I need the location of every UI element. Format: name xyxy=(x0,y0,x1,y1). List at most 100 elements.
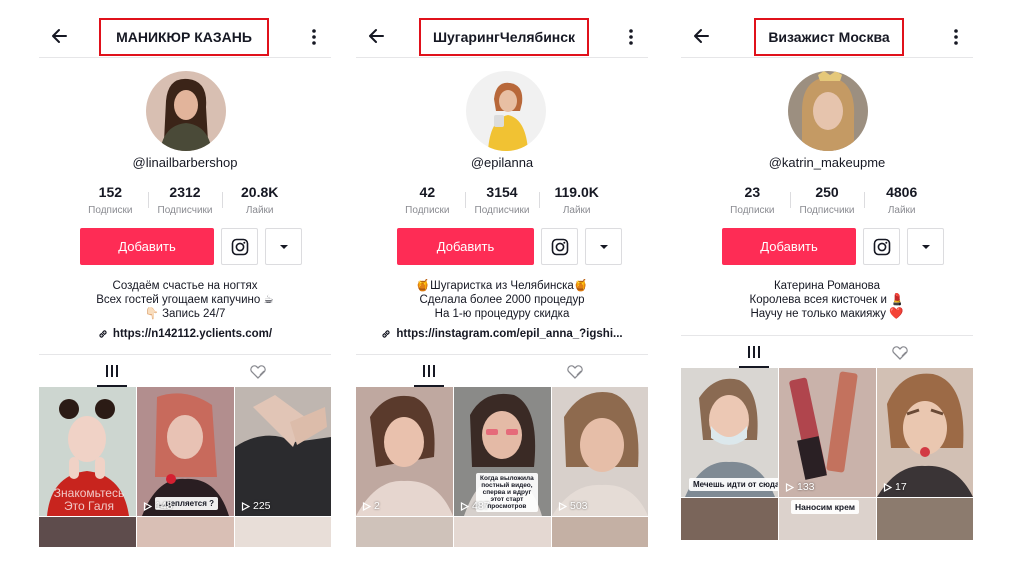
thumbnail-image xyxy=(877,368,973,497)
video-thumbnail[interactable]: 225 xyxy=(235,387,331,516)
view-count-value: 487 xyxy=(472,500,490,512)
profile-stats: 152 Подписки 2312 Подписчики 20.8K Лайки xyxy=(73,184,297,220)
play-icon xyxy=(143,501,152,511)
more-options-icon[interactable] xyxy=(628,28,634,46)
following-count: 152 xyxy=(98,184,123,200)
video-thumbnail[interactable]: ...цепляется ? 148 xyxy=(137,387,234,516)
bio-link[interactable]: https://instagram.com/epil_anna_?igshi..… xyxy=(356,327,648,341)
tab-videos[interactable] xyxy=(356,355,502,387)
tab-liked[interactable] xyxy=(185,355,331,387)
tab-liked[interactable] xyxy=(502,355,648,387)
content-tabs xyxy=(681,335,973,368)
play-icon xyxy=(785,482,794,492)
dropdown-button[interactable] xyxy=(907,228,944,265)
video-thumbnail[interactable]: 503 xyxy=(552,387,648,516)
thumbnail-image xyxy=(779,368,876,497)
caret-down-icon xyxy=(599,244,608,249)
likes-label: Лайки xyxy=(562,205,591,216)
avatar[interactable] xyxy=(146,71,226,151)
instagram-button[interactable] xyxy=(863,228,900,265)
view-count-value: 2 xyxy=(374,500,380,512)
followers-label: Подписчики xyxy=(157,205,213,216)
avatar[interactable] xyxy=(466,71,546,151)
top-bar: МАНИКЮР КАЗАНЬ xyxy=(39,0,331,58)
bio-link-text: https://n142112.yclients.com/ xyxy=(112,328,273,340)
tab-liked[interactable] xyxy=(827,336,973,368)
tab-videos[interactable] xyxy=(681,336,827,368)
video-thumbnail[interactable] xyxy=(877,498,973,540)
video-thumbnail[interactable]: 2 xyxy=(356,387,453,516)
bio-link[interactable]: https://n142112.yclients.com/ xyxy=(39,327,331,341)
liked-heart-icon xyxy=(892,345,908,360)
following-label: Подписки xyxy=(88,205,133,216)
followers-label: Подписчики xyxy=(474,205,530,216)
video-thumbnail[interactable] xyxy=(681,498,778,540)
video-thumbnail[interactable] xyxy=(39,517,136,547)
following-stat[interactable]: 23 Подписки xyxy=(715,184,790,220)
view-count-value: 148 xyxy=(155,500,173,512)
play-icon xyxy=(460,501,469,511)
followers-label: Подписчики xyxy=(799,205,855,216)
likes-count: 20.8K xyxy=(241,184,279,200)
more-options-icon[interactable] xyxy=(311,28,317,46)
video-thumbnail[interactable]: 133 xyxy=(779,368,876,497)
followers-stat[interactable]: 250 Подписчики xyxy=(789,184,865,220)
followers-stat[interactable]: 3154 Подписчики xyxy=(464,184,540,220)
video-watermark-text: Знакомьтесь Это Галя xyxy=(53,486,125,513)
view-count: 225 xyxy=(241,500,271,512)
videos-grid-icon xyxy=(423,365,435,377)
following-stat[interactable]: 152 Подписки xyxy=(73,184,148,220)
video-thumbnail[interactable] xyxy=(454,517,551,547)
dropdown-button[interactable] xyxy=(585,228,622,265)
video-caption: Наносим крем xyxy=(791,500,860,514)
tab-videos[interactable] xyxy=(39,355,185,387)
videos-grid-icon xyxy=(106,365,118,377)
back-arrow-icon[interactable] xyxy=(49,26,69,46)
followers-count: 3154 xyxy=(486,184,518,200)
thumbnail-image xyxy=(552,387,648,516)
action-row: Добавить xyxy=(722,228,950,265)
video-thumbnail[interactable] xyxy=(552,517,648,547)
view-count: 2 xyxy=(362,500,380,512)
likes-label: Лайки xyxy=(887,205,916,216)
more-options-icon[interactable] xyxy=(953,28,959,46)
back-arrow-icon[interactable] xyxy=(366,26,386,46)
video-thumbnail[interactable] xyxy=(356,517,453,547)
dropdown-button[interactable] xyxy=(265,228,302,265)
video-thumbnail[interactable]: Мечешь идти от сюда ! xyxy=(681,368,778,497)
video-thumbnail[interactable] xyxy=(137,517,234,547)
video-grid: Мечешь идти от сюда ! 133 17 Наносим кре… xyxy=(681,368,973,540)
instagram-button[interactable] xyxy=(221,228,258,265)
bio-line: 🍯Шугаристка из Челябинска🍯 xyxy=(415,280,589,292)
instagram-button[interactable] xyxy=(541,228,578,265)
view-count-value: 225 xyxy=(253,500,271,512)
view-count-value: 503 xyxy=(570,500,588,512)
likes-label: Лайки xyxy=(245,205,274,216)
video-thumbnail[interactable]: Знакомьтесь Это Галя xyxy=(39,387,136,516)
bio-line: Создаём счастье на ногтях xyxy=(112,280,258,292)
video-thumbnail[interactable]: Когда выложила постный видео, сперва и в… xyxy=(454,387,551,516)
video-thumbnail[interactable]: 17 xyxy=(877,368,973,497)
content-tabs xyxy=(356,354,648,387)
follow-button[interactable]: Добавить xyxy=(397,228,534,265)
following-stat[interactable]: 42 Подписки xyxy=(390,184,465,220)
video-thumbnail[interactable]: Наносим крем xyxy=(779,498,876,540)
following-count: 23 xyxy=(744,184,761,200)
video-thumbnail[interactable] xyxy=(235,517,331,547)
bio-line: Научу не только макияжу ❤️ xyxy=(750,308,904,320)
caret-down-icon xyxy=(279,244,288,249)
instagram-icon xyxy=(873,238,890,255)
followers-stat[interactable]: 2312 Подписчики xyxy=(147,184,223,220)
play-icon xyxy=(558,501,567,511)
following-label: Подписки xyxy=(405,205,450,216)
link-icon xyxy=(382,330,391,338)
bio-line: На 1-ю процедуру скидка xyxy=(434,308,570,320)
link-icon xyxy=(99,330,107,338)
profile-bio: Катерина Романова Королева всея кисточек… xyxy=(681,279,973,321)
play-icon xyxy=(883,482,892,492)
follow-button[interactable]: Добавить xyxy=(722,228,856,265)
avatar[interactable] xyxy=(788,71,868,151)
follow-button[interactable]: Добавить xyxy=(80,228,214,265)
back-arrow-icon[interactable] xyxy=(691,26,711,46)
view-count: 133 xyxy=(785,481,815,493)
